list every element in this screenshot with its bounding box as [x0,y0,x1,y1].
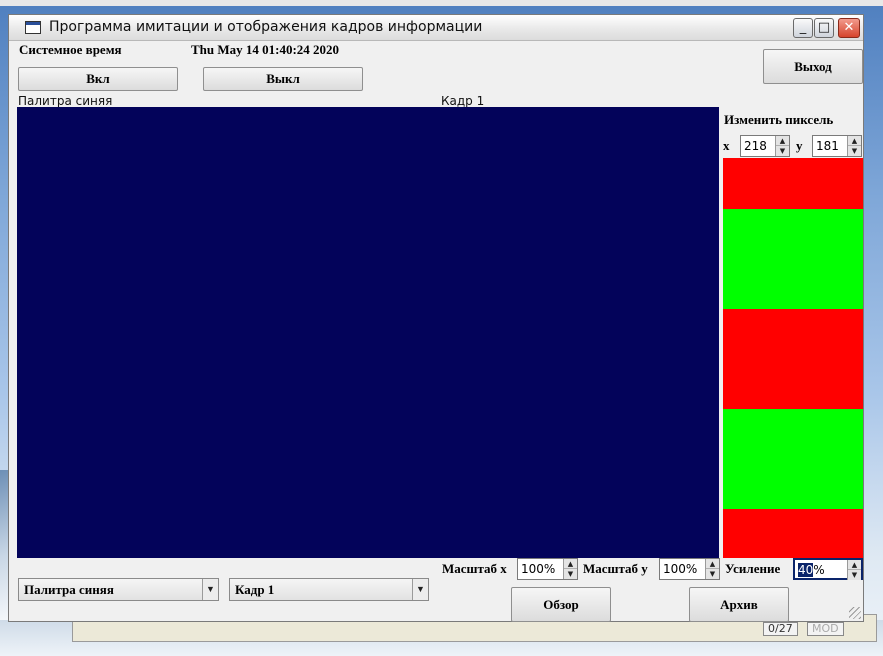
pixel-x-arrows[interactable]: ▲ ▼ [775,136,789,156]
color-strip-segment-3 [723,309,863,409]
change-pixel-label: Изменить пиксель [724,112,834,127]
scale-x-spinbox[interactable]: 100% ▲ ▼ [517,558,578,580]
pixel-y-arrows[interactable]: ▲ ▼ [847,136,861,156]
system-time-value: Thu May 14 01:40:24 2020 [191,42,340,57]
browse-button[interactable]: Обзор [511,587,611,622]
pixel-x-value[interactable]: 218 [744,139,767,153]
on-button[interactable]: Вкл [18,67,178,91]
gain-value[interactable]: 40% [798,563,825,577]
scale-y-value[interactable]: 100% [663,562,697,576]
gain-value-unit: % [813,563,825,577]
chevron-down-icon[interactable]: ▼ [412,579,428,600]
background-status-mod: MOD [807,622,844,636]
pixel-y-spinbox[interactable]: 181 ▲ ▼ [812,135,862,157]
spin-down-icon[interactable]: ▼ [706,569,719,579]
spin-up-icon[interactable]: ▲ [776,136,789,146]
pixel-x-spinbox[interactable]: 218 ▲ ▼ [740,135,790,157]
palette-select-value: Палитра синяя [24,582,114,597]
pixel-x-label: x [723,138,730,153]
gain-arrows[interactable]: ▲ ▼ [847,560,861,580]
gain-label: Усиление [725,561,781,576]
color-strip-segment-2 [723,209,863,309]
spin-up-icon[interactable]: ▲ [706,559,719,569]
spin-down-icon[interactable]: ▼ [564,569,577,579]
gain-spinbox[interactable]: 40% ▲ ▼ [793,558,863,580]
close-button[interactable]: ✕ [838,18,860,38]
resize-grip-icon[interactable] [849,607,861,619]
color-strip-segment-1 [723,158,863,209]
maximize-button[interactable]: □ [814,18,834,38]
spin-up-icon[interactable]: ▲ [848,560,861,570]
scale-y-label: Масштаб y [583,561,648,576]
minimize-button[interactable]: _ [793,18,813,38]
frame-select-value: Кадр 1 [235,582,275,597]
palette-caption: Палитра синяя [18,94,113,108]
scale-y-arrows[interactable]: ▲ ▼ [705,559,719,579]
spin-up-icon[interactable]: ▲ [848,136,861,146]
color-strip-segment-5 [723,509,863,558]
spin-down-icon[interactable]: ▼ [776,146,789,156]
system-time-label: Системное время [19,42,122,57]
frame-select[interactable]: Кадр 1 ▼ [229,578,429,601]
frame-display-canvas[interactable] [17,107,719,558]
spin-up-icon[interactable]: ▲ [564,559,577,569]
background-menu-strip [0,0,883,6]
color-strip-segment-4 [723,409,863,509]
pixel-y-label: y [796,138,803,153]
scale-x-label: Масштаб x [442,561,507,576]
app-window-icon [25,21,41,34]
background-status-position: 0/27 [763,622,798,636]
palette-select[interactable]: Палитра синяя ▼ [18,578,219,601]
archive-button[interactable]: Архив [689,587,789,622]
spin-down-icon[interactable]: ▼ [848,570,861,580]
main-window: Программа имитации и отображения кадров … [8,14,864,622]
title-bar[interactable]: Программа имитации и отображения кадров … [9,15,863,41]
frame-caption: Кадр 1 [441,94,485,108]
scale-x-value[interactable]: 100% [521,562,555,576]
gain-value-selected[interactable]: 40 [798,563,814,577]
scale-x-arrows[interactable]: ▲ ▼ [563,559,577,579]
chevron-down-icon[interactable]: ▼ [202,579,218,600]
scale-y-spinbox[interactable]: 100% ▲ ▼ [659,558,720,580]
window-title: Программа имитации и отображения кадров … [49,19,483,35]
exit-button[interactable]: Выход [763,49,863,84]
pixel-y-value[interactable]: 181 [816,139,839,153]
spin-down-icon[interactable]: ▼ [848,146,861,156]
off-button[interactable]: Выкл [203,67,363,91]
